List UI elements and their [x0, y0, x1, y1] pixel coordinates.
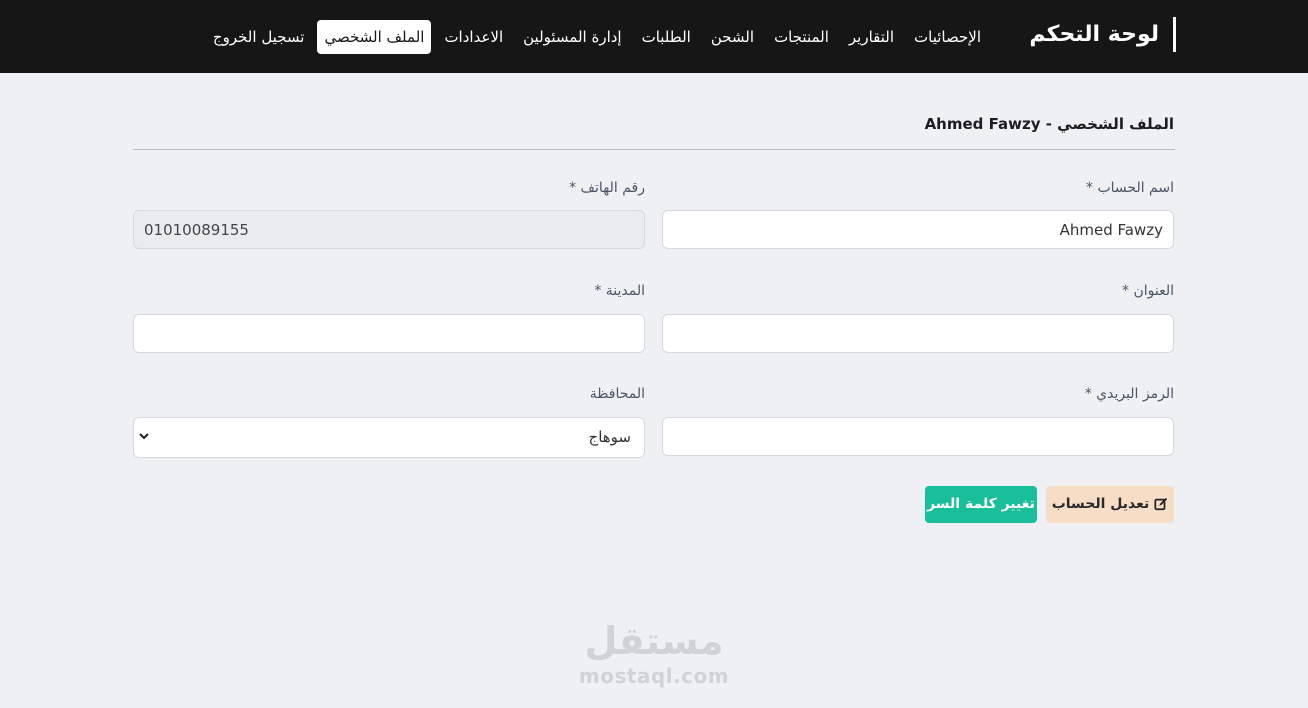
edit-icon [1154, 497, 1168, 511]
phone-input[interactable] [133, 210, 645, 249]
nav-link-reports[interactable]: التقارير [842, 20, 901, 54]
governorate-label: المحافظة [589, 386, 645, 402]
nav-link-statistics[interactable]: الإحصائيات [907, 20, 988, 54]
edit-account-button[interactable]: تعديل الحساب [1046, 486, 1174, 523]
governorate-select[interactable]: سوهاج [133, 417, 645, 458]
top-navbar: لوحة التحكم الإحصائيات التقارير المنتجات… [0, 0, 1308, 73]
nav-link-products[interactable]: المنتجات [767, 20, 836, 54]
edit-account-label: تعديل الحساب [1051, 496, 1150, 512]
postal-code-label: الرمز البريدي * [1084, 386, 1174, 402]
watermark: مستقل mostaql.com [574, 618, 734, 688]
main-nav: الإحصائيات التقارير المنتجات الشحن الطلب… [206, 20, 988, 54]
title-divider [133, 149, 1175, 150]
postal-code-input[interactable] [662, 417, 1174, 456]
city-input[interactable] [133, 314, 645, 353]
watermark-arabic: مستقل [584, 619, 724, 663]
change-password-button[interactable]: تغيير كلمة السر [925, 486, 1037, 523]
account-name-input[interactable] [662, 210, 1174, 249]
account-name-label: اسم الحساب * [1086, 180, 1174, 196]
nav-link-settings[interactable]: الاعدادات [437, 20, 510, 54]
city-label: المدينة * [594, 283, 645, 299]
nav-link-profile[interactable]: الملف الشخصي [317, 20, 432, 54]
nav-link-logout[interactable]: تسجيل الخروج [206, 20, 312, 54]
nav-link-admins[interactable]: إدارة المسئولين [516, 20, 628, 54]
brand-title[interactable]: لوحة التحكم [1029, 17, 1176, 52]
chevron-down-icon [139, 433, 149, 440]
nav-link-shipping[interactable]: الشحن [704, 20, 761, 54]
page-title: الملف الشخصي - Ahmed Fawzy [924, 115, 1174, 133]
nav-link-orders[interactable]: الطلبات [635, 20, 698, 54]
address-input[interactable] [662, 314, 1174, 353]
watermark-latin: mostaql.com [578, 664, 730, 688]
address-label: العنوان * [1122, 283, 1174, 299]
governorate-selected-value: سوهاج [588, 428, 631, 446]
phone-label: رقم الهاتف * [569, 180, 645, 196]
